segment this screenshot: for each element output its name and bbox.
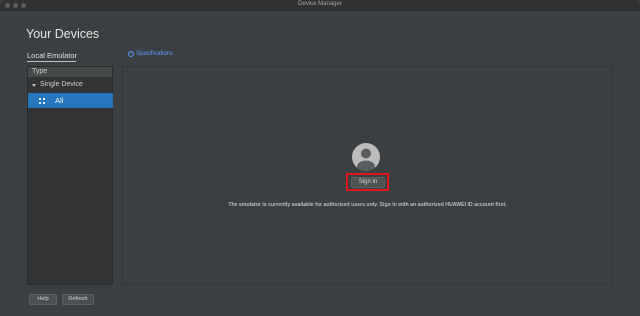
sidebar-item-all[interactable]: All — [28, 93, 113, 108]
device-manager-window: Device Manager Your Devices Local Emulat… — [0, 0, 640, 316]
sign-in-button[interactable]: Sign in — [351, 177, 385, 188]
sidebar-item-label: All — [55, 96, 64, 105]
specifications-label: Specifications — [136, 51, 174, 57]
triangle-down-icon[interactable] — [32, 83, 36, 87]
sidebar-header: Type — [28, 67, 112, 77]
device-type-sidebar: Type Single Device All — [27, 66, 113, 285]
user-avatar-icon — [352, 143, 380, 171]
page-title: Your Devices — [26, 27, 100, 41]
title-bar: Device Manager — [0, 0, 640, 11]
refresh-button[interactable]: Refresh — [62, 294, 94, 305]
specifications-link[interactable]: ? Specifications — [128, 51, 173, 57]
sidebar-group-label: Single Device — [40, 81, 83, 88]
tab-local-emulator[interactable]: Local Emulator — [27, 51, 77, 60]
window-title: Device Manager — [298, 1, 342, 7]
sidebar-group-single-device[interactable]: Single Device — [28, 79, 112, 91]
grid-icon — [39, 97, 45, 104]
help-circle-icon: ? — [128, 51, 134, 57]
tab-active-underline — [27, 61, 76, 62]
help-button[interactable]: Help — [29, 294, 57, 305]
authorization-notice: The emulator is currently available for … — [228, 202, 507, 208]
